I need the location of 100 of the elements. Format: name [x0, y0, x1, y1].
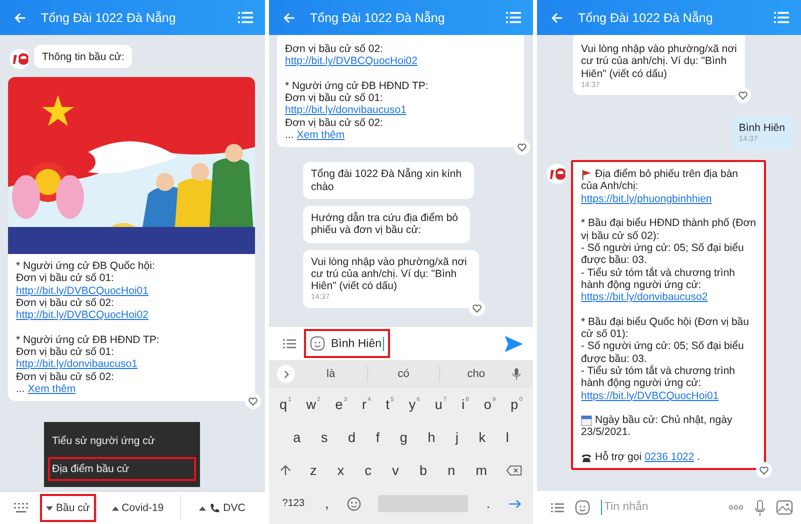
- backspace-icon[interactable]: [506, 465, 522, 476]
- link[interactable]: https://bit.ly/DVBCQuocHoi01: [581, 390, 719, 402]
- list-icon[interactable]: [551, 502, 564, 512]
- enter-arrow-icon[interactable]: [508, 498, 522, 508]
- link[interactable]: Xem thêm: [28, 382, 76, 396]
- message-text: Ngày bầu cử: Chủ nhật, ngày: [595, 414, 732, 426]
- keyboard-key[interactable]: a: [291, 428, 303, 446]
- menu-item[interactable]: Tiểu sử người ứng cử: [48, 428, 196, 452]
- emoji-icon[interactable]: [347, 496, 362, 510]
- link[interactable]: http://bit.ly/donvibaucuso1: [285, 104, 406, 117]
- message-text: * Bầu đại biểu HĐND thành phố (Đơn: [581, 217, 756, 230]
- link[interactable]: http://bit.ly/DVBCQuocHoi01: [16, 284, 148, 297]
- back-icon[interactable]: [282, 10, 296, 24]
- keyboard-key[interactable]: k: [476, 428, 488, 446]
- message-text: - Số người ứng cử: 05; Số đại biểu: [581, 242, 744, 254]
- keyboard-key[interactable]: c: [362, 462, 374, 480]
- keyboard-key[interactable]: g: [398, 428, 410, 446]
- keyboard-icon[interactable]: [14, 503, 28, 513]
- message-text: Vui lòng nhập vào phường/xã nơi: [581, 43, 737, 56]
- send-icon[interactable]: [505, 336, 523, 352]
- image-icon[interactable]: [776, 500, 793, 515]
- keyboard-key[interactable]: d: [346, 428, 358, 446]
- calendar-icon: [581, 414, 592, 426]
- link[interactable]: http://bit.ly/DVBCQuocHoi02: [16, 309, 148, 322]
- keyboard-key[interactable]: u$^{7}$: [432, 396, 449, 414]
- link[interactable]: Xem thêm: [296, 129, 345, 142]
- message-text: phiếu và đơn vị bầu cử:: [311, 224, 422, 237]
- keyboard-key[interactable]: i$^{8}$: [460, 396, 471, 414]
- list-icon[interactable]: [283, 338, 296, 348]
- expand-button[interactable]: [277, 365, 295, 383]
- keyboard-key[interactable]: l: [504, 428, 511, 446]
- keyboard-key[interactable]: h: [426, 428, 438, 446]
- keyboard-key[interactable]: y$^{6}$: [406, 396, 422, 414]
- keyboard-key[interactable]: x: [335, 462, 346, 480]
- keyboard-key[interactable]: v: [390, 462, 401, 480]
- message-text: - Tiểu sử tóm tắt và chương trình: [581, 364, 736, 378]
- keyboard-key[interactable]: f: [374, 428, 382, 446]
- keyboard-key[interactable]: .: [484, 494, 492, 512]
- message-text: Bình Hiên: [738, 122, 785, 134]
- keyboard-key[interactable]: m: [474, 462, 489, 480]
- keyboard-key[interactable]: s: [318, 428, 330, 446]
- keyboard-key[interactable]: e$^{3}$: [333, 396, 350, 414]
- keyboard-key[interactable]: p$^{0}$: [508, 396, 525, 414]
- link[interactable]: https://bit.ly/donvibaucuso2: [581, 291, 708, 304]
- message-text: - Tiểu sử tóm tắt và chương trình: [581, 266, 736, 279]
- keyboard-key[interactable]: o$^{9}$: [482, 396, 498, 414]
- menu-icon[interactable]: [506, 11, 521, 24]
- message-text: * Người ứng cử ĐB Quốc hội:: [16, 260, 155, 272]
- back-icon[interactable]: [550, 10, 564, 24]
- message-text: .: [697, 451, 700, 464]
- link[interactable]: http://bit.ly/DVBCQuocHoi02: [285, 55, 418, 68]
- keyboard-key[interactable]: t$^{5}$: [384, 396, 396, 414]
- message-text: được bầu: 03.: [581, 352, 647, 365]
- menu-item[interactable]: Địa điểm bầu cử: [48, 456, 196, 480]
- link[interactable]: 0236 1022: [644, 451, 694, 464]
- keyboard-key[interactable]: j: [454, 428, 460, 446]
- message-field[interactable]: Bình Hiên: [304, 329, 390, 358]
- message-text: Đơn vị bầu cử số 02:: [16, 296, 114, 310]
- keyboard-key[interactable]: w$^{2}$: [304, 396, 322, 414]
- message-text: Hướng dẫn tra cứu địa điểm bỏ: [311, 212, 458, 224]
- message-text: * Bầu đại biểu Quốc hội (Đơn vị bầu: [581, 316, 749, 328]
- keyboard-key[interactable]: b: [417, 462, 429, 480]
- suggestion-word[interactable]: có: [368, 368, 440, 380]
- link[interactable]: http://bit.ly/donvibaucuso1: [16, 358, 138, 371]
- message-text: Đơn vị bầu cử số 02:: [16, 370, 114, 383]
- message-text: vị bầu cử số 02):: [581, 230, 660, 242]
- symbols-key[interactable]: ?123: [280, 494, 307, 512]
- keyboard-key[interactable]: r$^{4}$: [360, 396, 373, 414]
- emoji-icon[interactable]: [575, 500, 590, 515]
- keyboard-key[interactable]: ,: [323, 494, 331, 512]
- link[interactable]: https://bit.ly/phuongbinhhien: [581, 192, 712, 206]
- message-text: cư trú của anh/chị. Ví dụ: "Bình: [581, 55, 727, 68]
- message-text: cư trú của anh/chị. Ví dụ: "Bình: [311, 268, 457, 280]
- shift-icon[interactable]: [280, 465, 292, 476]
- keyboard-key[interactable]: q$^{1}$: [277, 396, 294, 414]
- back-icon[interactable]: [13, 10, 27, 24]
- microphone-icon[interactable]: [512, 368, 522, 380]
- keyboard-key[interactable]: n: [446, 462, 458, 480]
- message-text: Hỗ trợ gọi: [595, 451, 642, 464]
- suggestion-word[interactable]: cho: [440, 368, 512, 380]
- message-text: Thông tin bầu cử:: [42, 51, 124, 64]
- microphone-icon[interactable]: [755, 500, 765, 516]
- more-icon[interactable]: [728, 505, 744, 510]
- message-text: Vui lòng nhập vào phường/xã nơi: [311, 256, 467, 268]
- message-text: Hiên" (viết có dấu): [311, 280, 398, 292]
- message-text: hành động người ứng cử:: [581, 377, 702, 390]
- suggestion-word[interactable]: là: [295, 368, 367, 380]
- menu-icon[interactable]: [238, 11, 253, 24]
- message-text: Đơn vị bầu cử số 01:: [16, 346, 114, 358]
- window-title: Tổng Đài 1022 Đà Nẵng: [41, 10, 177, 24]
- message-text: cử số 01):: [581, 328, 628, 340]
- message-text: Đơn vị bầu cử số 01:: [285, 92, 383, 104]
- message-text: ...: [285, 129, 294, 142]
- window-title: Tổng Đài 1022 Đà Nẵng: [310, 10, 446, 24]
- menu-icon[interactable]: [774, 11, 789, 24]
- emoji-icon[interactable]: [310, 336, 325, 351]
- keyboard-key[interactable]: z: [308, 462, 319, 480]
- message-text: Hiên" (viết có dấu): [581, 68, 668, 80]
- menu-button[interactable]: Bầu cử: [40, 494, 96, 522]
- message-text: Đơn vị bầu cử số 01:: [16, 272, 114, 285]
